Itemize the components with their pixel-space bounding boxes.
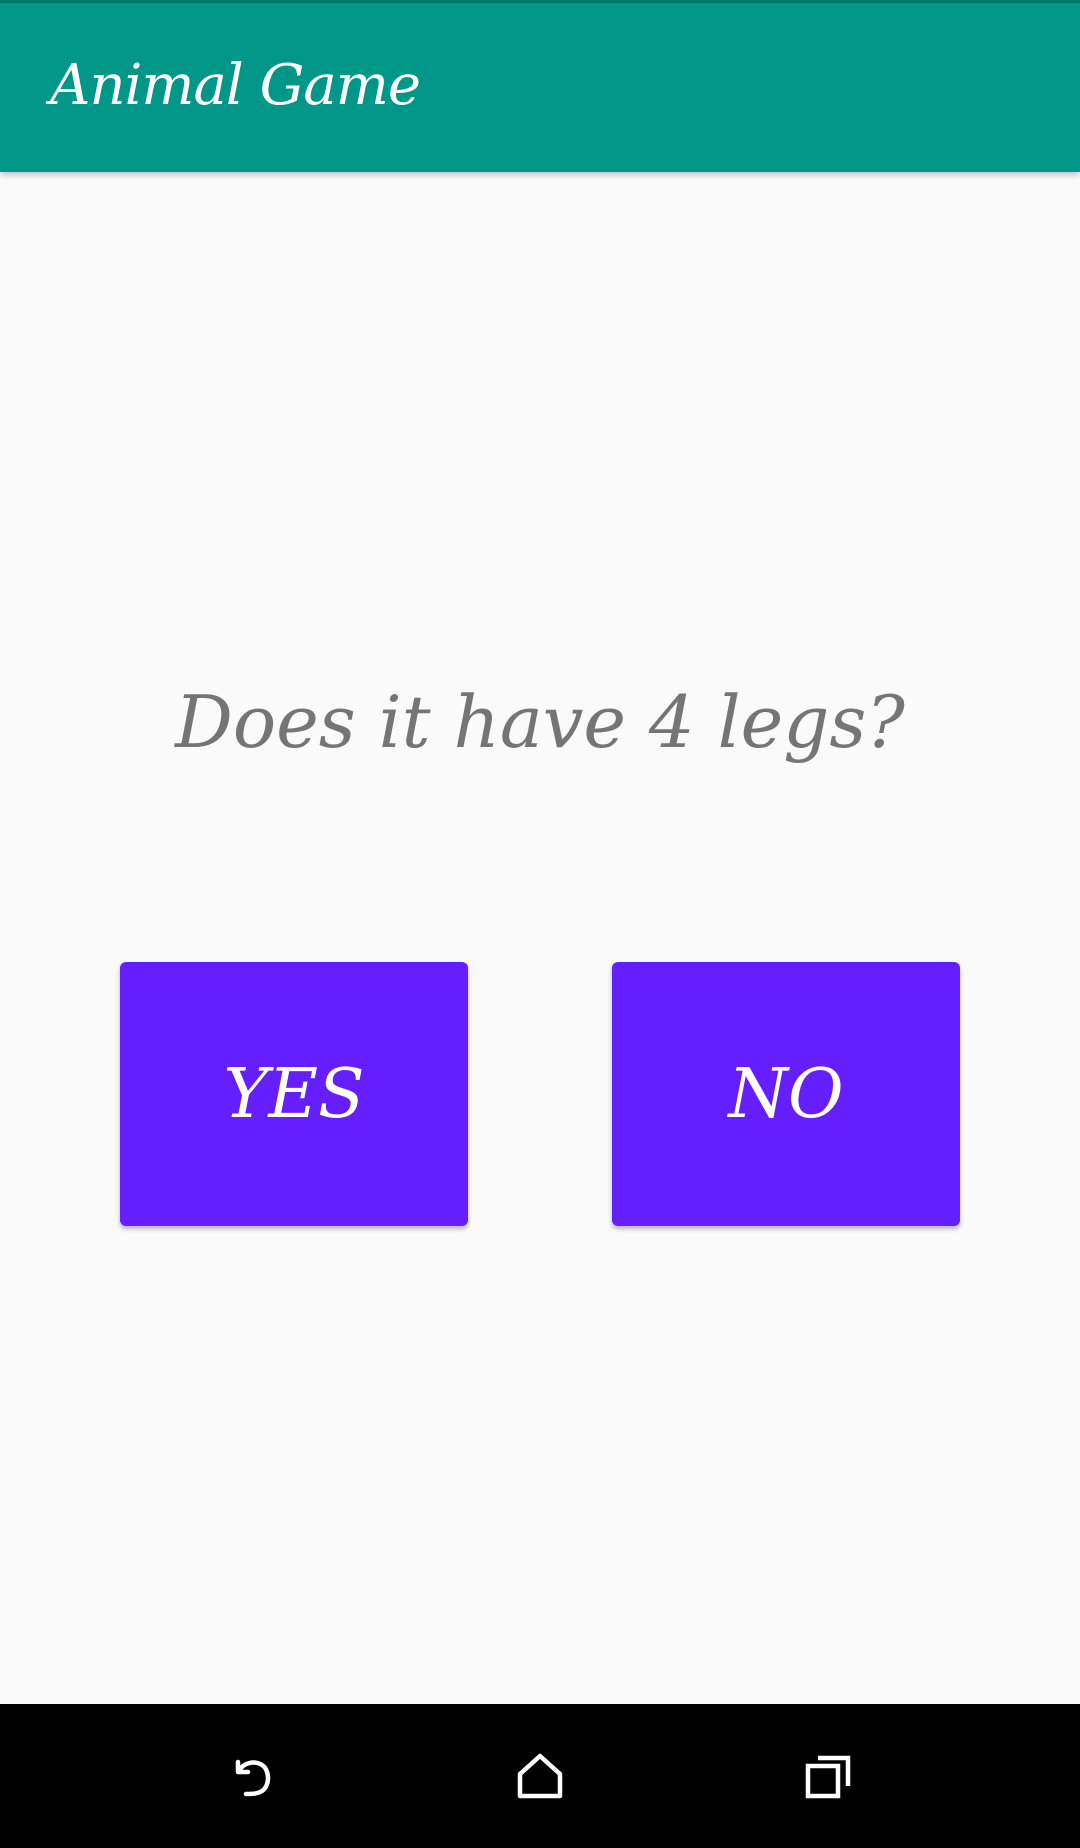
recents-button[interactable] (796, 1744, 860, 1808)
app-title: Animal Game (50, 53, 421, 118)
question-text: Does it have 4 legs? (175, 680, 905, 764)
yes-button-label: YES (223, 1054, 365, 1134)
back-icon (235, 1759, 271, 1797)
main-content: Does it have 4 legs? YES NO (0, 172, 1080, 1704)
yes-button[interactable]: YES (120, 962, 468, 1226)
no-button-label: NO (728, 1054, 844, 1134)
home-button[interactable] (508, 1744, 572, 1808)
status-line (0, 0, 1080, 3)
no-button[interactable]: NO (612, 962, 960, 1226)
navigation-bar (0, 1704, 1080, 1848)
recents-icon (805, 1755, 851, 1799)
app-bar: Animal Game (0, 0, 1080, 172)
home-icon (517, 1753, 563, 1799)
back-button[interactable] (220, 1744, 284, 1808)
